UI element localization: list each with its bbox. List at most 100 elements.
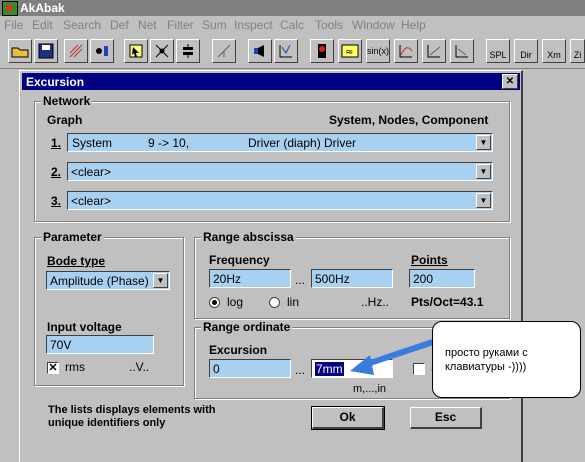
input-voltage-field[interactable]: 70V [46,335,154,354]
network-group: Network Graph System, Nodes, Component 1… [34,94,510,222]
lin-label: lin [287,295,300,309]
points-value: 200 [413,272,434,286]
plot-diag-icon[interactable] [450,39,474,63]
select-arrow-icon[interactable] [124,39,148,63]
parameter-group-label: Parameter [41,230,104,244]
callout-text: просто руками с клавиатуры -)))) [445,347,528,373]
range-abscissa-group: Range abscissa Frequency 20Hz ... 500Hz … [194,230,510,319]
node-icon[interactable] [150,39,174,63]
zi-icon[interactable]: Zi [570,39,585,63]
speaker-icon[interactable] [248,39,272,63]
menu-inspect[interactable]: Inspect [234,18,273,32]
points-label: Points [411,253,448,267]
input-voltage-value: 70V [50,338,72,352]
branch-icon[interactable] [212,39,236,63]
log-label: log [227,295,244,309]
log-radio[interactable] [209,297,220,308]
graph-3-value: <clear> [71,194,112,208]
excursion-from-field[interactable]: 0 [209,359,291,378]
app-title-bar: AkAbak [0,0,585,16]
points-per-octave: Pts/Oct=43.1 [411,295,484,309]
graph-3-select[interactable]: <clear> ▼ [67,191,493,210]
graph-1-nodes: 9 -> 10, [148,136,190,150]
rms-label: rms [65,360,85,374]
menu-sum[interactable]: Sum [202,18,227,32]
menu-def[interactable]: Def [110,18,129,32]
bode-type-select[interactable]: Amplitude (Phase) ▼ [46,271,170,290]
element-icon[interactable] [176,39,200,63]
excursion-from-value: 0 [213,362,220,376]
dropdown-arrow-icon[interactable]: ▼ [476,135,491,150]
menu-search[interactable]: Search [63,18,101,32]
excursion-range-dots: ... [295,363,306,377]
parameter-group: Parameter Bode type Amplitude (Phase) ▼ … [34,230,184,386]
bode-type-value: Amplitude (Phase) [50,274,149,288]
frequency-label: Frequency [209,253,270,267]
xm-icon[interactable]: Xm [542,39,566,63]
frequency-to-value: 500Hz [315,272,350,286]
frequency-range-dots: ... [295,273,306,287]
graph-1-select[interactable]: System 9 -> 10, Driver (diaph) Driver ▼ [67,133,493,152]
close-icon[interactable]: ✕ [502,74,518,89]
network-group-label: Network [41,94,93,108]
range-ordinate-label: Range ordinate [201,320,293,334]
graph-2-value: <clear> [71,165,112,179]
menu-edit[interactable]: Edit [32,18,53,32]
menu-tools[interactable]: Tools [315,18,343,32]
toolbar: ≈ sin(x) SPL Dir Xm Zi [0,34,585,69]
dropdown-arrow-icon[interactable]: ▼ [476,193,491,208]
frequency-from-value: 20Hz [213,272,242,286]
rms-checkbox[interactable]: ✕ [47,362,59,374]
sin-function-icon[interactable]: sin(x) [366,39,390,63]
app-logo-icon [2,1,18,16]
probe-icon[interactable] [90,39,114,63]
graph-1-system: System [72,136,113,150]
excursion-units-hint: m,...,in [353,383,387,395]
dropdown-arrow-icon[interactable]: ▼ [476,164,491,179]
annotation-arrow-icon [350,338,437,375]
plot-curve-icon[interactable] [394,39,418,63]
spl-icon[interactable]: SPL [486,39,510,63]
menu-file[interactable]: File [4,18,23,32]
points-field[interactable]: 200 [409,269,475,288]
frequency-from-field[interactable]: 20Hz [209,269,291,288]
ok-button[interactable]: Ok [311,406,385,430]
excursion-dialog: Excursion ✕ Network Graph System, Nodes,… [19,70,523,462]
frequency-to-field[interactable]: 500Hz [311,269,393,288]
app-title: AkAbak [20,1,65,15]
menu-filter[interactable]: Filter [167,18,194,32]
columns-label: System, Nodes, Component [329,113,489,127]
frequency-units-hint: ..Hz.. [361,295,390,309]
menu-window[interactable]: Window [352,18,395,32]
svg-text:≈: ≈ [345,47,353,58]
menu-calc[interactable]: Calc [280,18,304,32]
graph-1-component: Driver (diaph) Driver [248,136,357,150]
menu-help[interactable]: Help [401,18,426,32]
menu-net[interactable]: Net [138,18,157,32]
plot-xy-icon[interactable] [274,39,298,63]
open-folder-icon[interactable] [8,39,32,63]
dir-icon[interactable]: Dir [514,39,538,63]
grid-icon[interactable] [64,39,88,63]
stop-light-icon[interactable] [310,39,334,63]
graph-row-2-number: 2. [51,165,62,179]
graph-label: Graph [47,113,83,127]
graph-row-1-number: 1. [51,136,62,150]
esc-button[interactable]: Esc [410,407,482,429]
graph-2-select[interactable]: <clear> ▼ [67,162,493,181]
input-voltage-label: Input voltage [47,320,122,334]
filter-icon[interactable]: ≈ [338,39,362,63]
dropdown-arrow-icon[interactable]: ▼ [153,273,168,288]
excursion-label: Excursion [209,343,268,357]
menu-bar: File Edit Search Def Net Filter Sum Insp… [0,16,585,34]
dialog-title-bar: Excursion ✕ [22,73,520,90]
range-abscissa-label: Range abscissa [201,230,296,244]
graph-row-3-number: 3. [51,194,62,208]
plot-grid-icon[interactable] [422,39,446,63]
bode-type-label: Bode type [47,254,106,268]
voltage-units-hint: ..V.. [129,360,150,374]
lin-radio[interactable] [269,297,280,308]
dialog-title: Excursion [26,75,85,89]
save-disk-icon[interactable] [34,39,58,63]
annotation-callout: просто руками с клавиатуры -)))) [432,321,581,398]
